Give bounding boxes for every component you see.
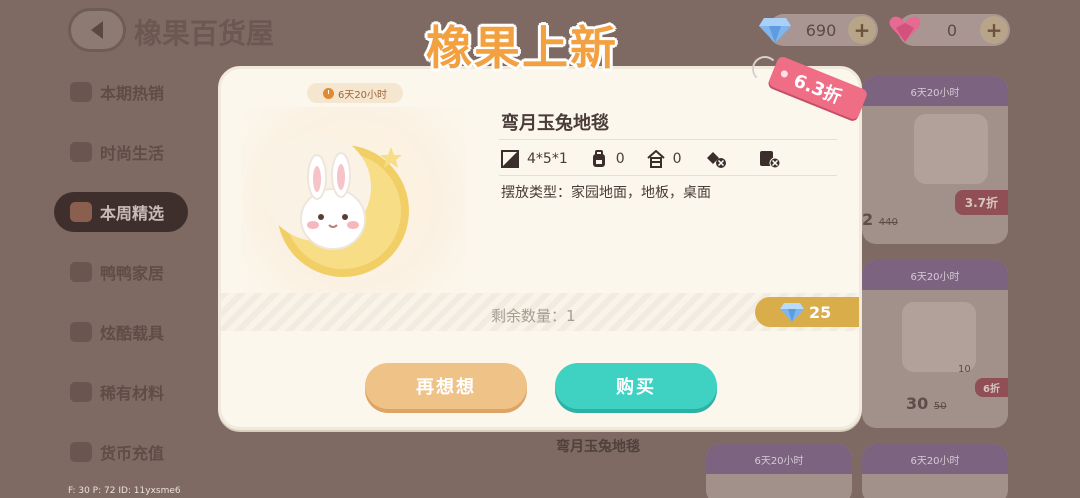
house-value: 0 <box>672 151 682 167</box>
no-trade-icon <box>706 152 726 168</box>
backpack-attribute: 0 <box>590 150 625 168</box>
think-again-button[interactable]: 再想想 <box>365 363 527 409</box>
rare-material-icon <box>70 382 92 402</box>
diamond-amount: 690 <box>805 20 837 40</box>
card-timer: 6天20小时 <box>862 260 1008 290</box>
divider <box>499 175 837 176</box>
duck-home-icon <box>70 262 92 282</box>
product-card[interactable]: 6天20小时 <box>706 444 852 498</box>
card-old-price: 440 <box>878 217 898 228</box>
timer-text: 6天20小时 <box>337 89 388 101</box>
size-icon <box>501 150 519 168</box>
sidebar-item-label: 本期热销 <box>100 84 165 103</box>
sidebar-item-fashion[interactable]: 时尚生活 <box>54 132 194 172</box>
card-timer: 6天20小时 <box>706 444 852 474</box>
remaining-quantity: 剩余数量：1 <box>491 307 576 325</box>
no-trade-attribute <box>704 150 736 168</box>
fashion-icon <box>70 142 92 162</box>
store-title: 橡果百货屋 <box>134 17 275 50</box>
size-value: 4*5*1 <box>527 151 568 167</box>
card-old-price: 50 <box>933 401 947 412</box>
buy-button[interactable]: 购买 <box>555 363 717 409</box>
product-image-area <box>241 107 465 293</box>
discount-badge: 6折 <box>975 378 1008 397</box>
no-sell-attribute <box>758 150 790 168</box>
hot-sale-icon <box>70 82 92 102</box>
currency-recharge-icon <box>70 442 92 462</box>
placement-type: 摆放类型：家园地面，地板，桌面 <box>501 185 711 201</box>
heart-currency: 0 + <box>889 14 1010 46</box>
card-price: 2 <box>862 210 874 229</box>
back-arrow-icon <box>91 21 103 39</box>
sidebar-item-vehicle[interactable]: 炫酷载具 <box>54 312 194 352</box>
sidebar-item-weekly-pick[interactable]: 本周精选 <box>54 192 188 232</box>
tag-hole <box>779 69 789 79</box>
blue-diamond-icon <box>759 18 791 43</box>
back-button[interactable] <box>68 8 126 52</box>
sidebar-item-recharge[interactable]: 货币充值 <box>54 432 194 472</box>
no-sell-icon <box>759 151 781 168</box>
sidebar-item-rare-material[interactable]: 稀有材料 <box>54 372 194 412</box>
limited-timer: 6天20小时 <box>307 83 403 103</box>
sidebar-item-label: 本周精选 <box>100 204 165 223</box>
product-name: 弯月玉兔地毯 <box>501 113 609 134</box>
diamond-currency: 690 + <box>759 14 878 46</box>
house-attribute: 0 <box>646 150 682 168</box>
sidebar-item-label: 炫酷载具 <box>100 324 165 343</box>
new-arrival-banner: 橡果上新 <box>426 21 618 75</box>
blue-diamond-icon <box>780 303 804 322</box>
product-card[interactable]: 6天20小时 3.7折 2 440 <box>862 76 1008 244</box>
category-sidebar: 本期热销 时尚生活 本周精选 鸭鸭家居 炫酷载具 稀有材料 货币充值 <box>54 72 194 492</box>
card-timer: 6天20小时 <box>862 444 1008 474</box>
pink-heart-gem-icon <box>889 16 921 42</box>
purchase-dialog: 6天20小时 弯月玉兔地毯 4*5*1 0 0 摆放类型：家园地面，地板，桌面 … <box>218 66 862 430</box>
price-tag: 25 <box>755 297 859 327</box>
backpack-value: 0 <box>615 151 625 167</box>
house-icon <box>646 150 665 168</box>
vehicle-icon <box>70 322 92 342</box>
sidebar-item-label: 货币充值 <box>100 444 165 463</box>
product-attributes: 4*5*1 0 0 <box>501 148 812 170</box>
sidebar-item-duck-home[interactable]: 鸭鸭家居 <box>54 252 194 292</box>
debug-info: F: 30 P: 72 ID: 11yxsme6 <box>68 486 181 496</box>
jacket-image <box>914 114 988 184</box>
add-diamond-button[interactable]: + <box>848 16 876 44</box>
divider <box>499 139 837 140</box>
add-heart-button[interactable]: + <box>980 16 1008 44</box>
heart-amount: 0 <box>946 20 958 40</box>
item-count: 10 <box>958 364 971 375</box>
price-value: 25 <box>809 302 832 322</box>
size-attribute: 4*5*1 <box>501 150 568 168</box>
sidebar-item-label: 稀有材料 <box>100 384 165 403</box>
discount-badge: 3.7折 <box>954 190 1008 215</box>
weekly-pick-icon <box>70 202 92 222</box>
sidebar-item-label: 鸭鸭家居 <box>100 264 165 283</box>
moon-rabbit-rug-image <box>263 133 409 277</box>
card-timer: 6天20小时 <box>862 76 1008 106</box>
sidebar-item-hot-sale[interactable]: 本期热销 <box>54 72 194 112</box>
product-card[interactable]: 6天20小时 10 6折 30 50 <box>862 260 1008 428</box>
product-card[interactable]: 6天20小时 <box>862 444 1008 498</box>
backpack-image <box>902 302 976 372</box>
clock-icon <box>322 87 334 99</box>
sidebar-item-label: 时尚生活 <box>100 144 165 163</box>
backpack-icon <box>592 150 605 167</box>
background-item-label: 弯月玉兔地毯 <box>556 439 640 455</box>
card-price: 30 <box>906 394 929 413</box>
